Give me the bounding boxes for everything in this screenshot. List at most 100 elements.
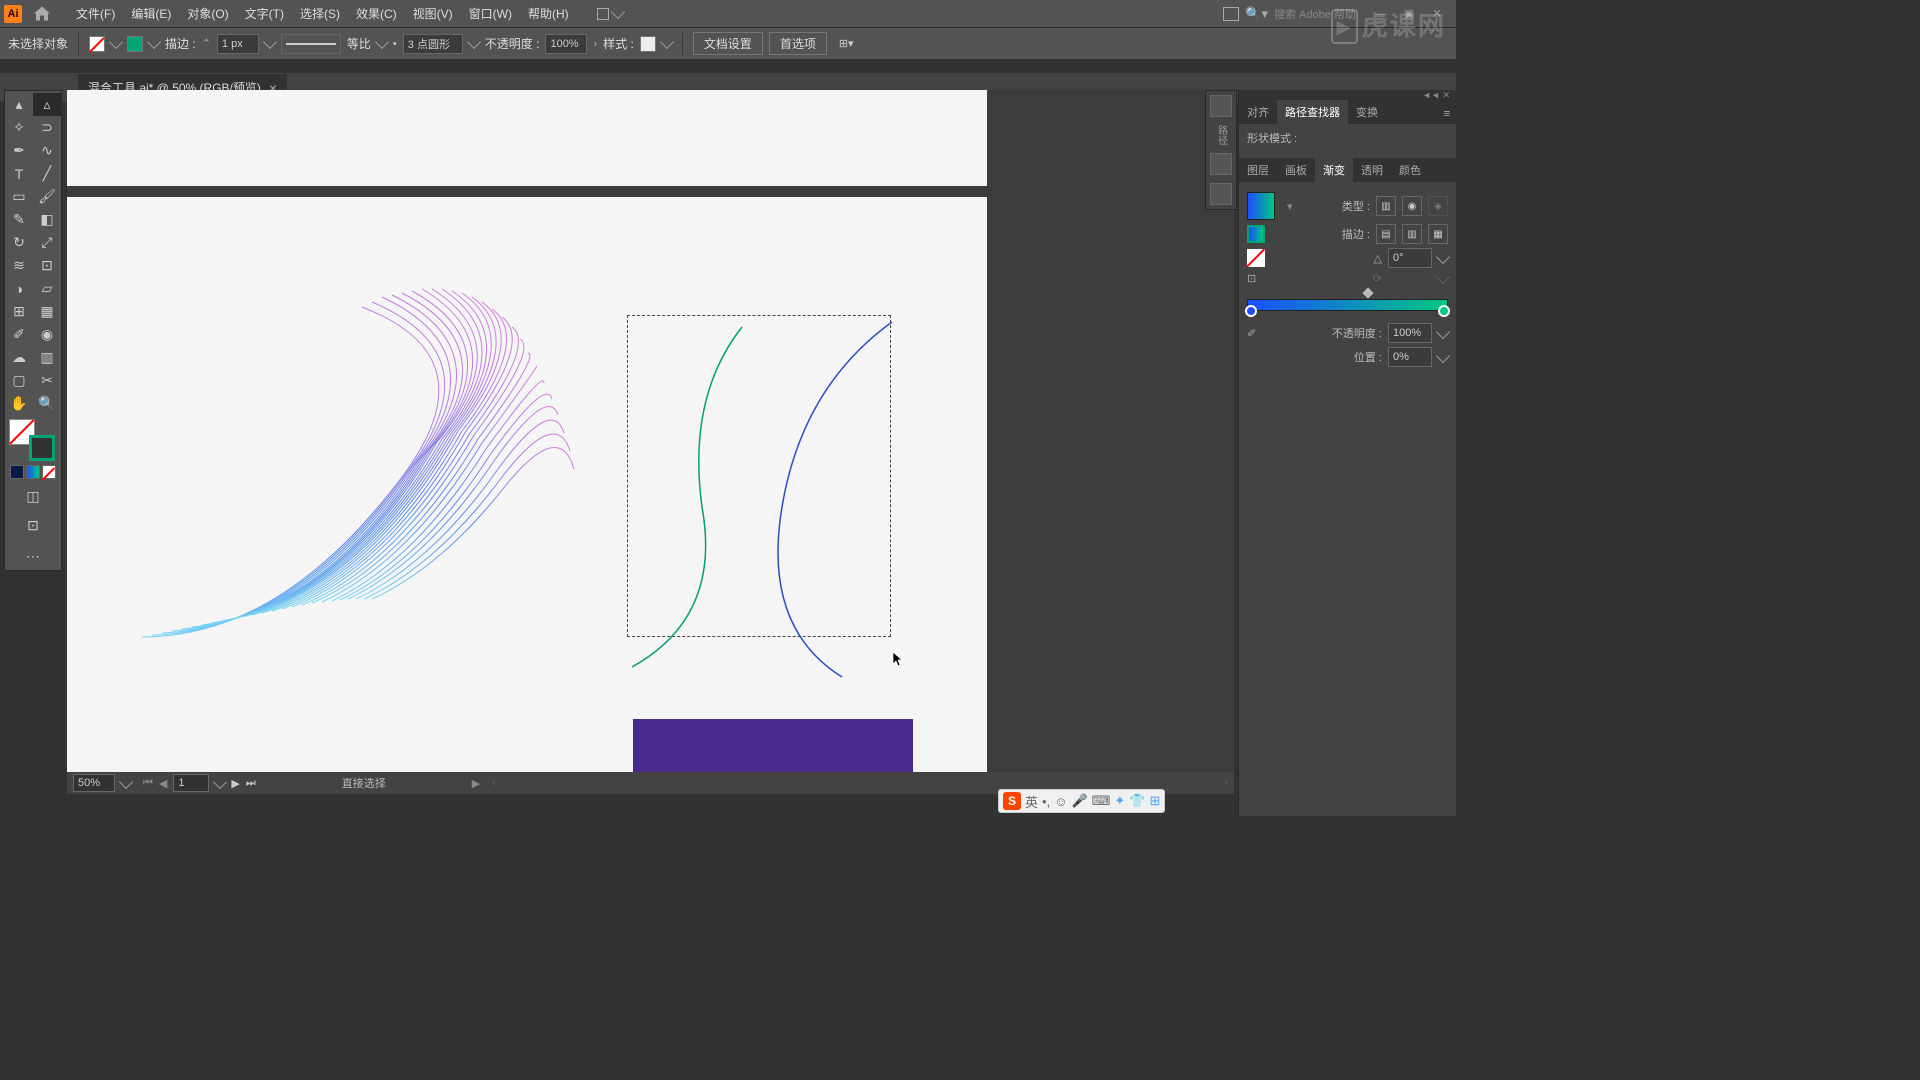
curves-artwork[interactable] [612,307,912,707]
stroke-width-input[interactable] [217,34,259,54]
style-label[interactable]: 样式 : [603,35,634,52]
style-swatch[interactable] [640,36,656,52]
ime-emoji-icon[interactable]: ☺ [1054,794,1067,809]
gradient-opacity-input[interactable] [1388,323,1432,343]
eyedropper-tool[interactable]: ✐ [5,323,33,346]
home-icon[interactable] [32,4,52,24]
gradient-stop-right[interactable] [1438,305,1450,317]
free-transform-tool[interactable]: ⊡ [33,254,61,277]
selection-tool[interactable]: ▴ [5,93,33,116]
perspective-tool[interactable]: ▱ [33,277,61,300]
artboard-number-input[interactable] [173,774,209,792]
ime-punct-icon[interactable]: •, [1042,794,1050,809]
prev-artboard-icon[interactable]: ◀ [159,777,167,790]
opacity-input[interactable] [545,34,587,54]
doc-setup-button[interactable]: 文档设置 [693,32,763,55]
menu-edit[interactable]: 编辑(E) [123,0,179,28]
ime-mic-icon[interactable]: 🎤 [1071,793,1087,809]
canvas-area[interactable]: ⏮ ◀ ▶ ⏭ 直接选择 ▶ ‹ › [67,90,1234,794]
panel-icon-2[interactable] [1210,153,1232,175]
menu-window[interactable]: 窗口(W) [461,0,520,28]
gradient-mode-icon[interactable] [26,465,40,479]
stroke-grad-3-icon[interactable]: ▦ [1428,224,1448,244]
menu-type[interactable]: 文字(T) [237,0,292,28]
gradient-slider[interactable] [1247,291,1448,317]
first-artboard-icon[interactable]: ⏮ [143,777,153,790]
tab-gradient[interactable]: 渐变 [1315,158,1353,182]
shaper-tool[interactable]: ✎ [5,208,33,231]
zoom-tool[interactable]: 🔍 [33,392,61,415]
rectangle-tool[interactable]: ▭ [5,185,33,208]
menu-effect[interactable]: 效果(C) [348,0,405,28]
screen-mode-icon[interactable] [1223,7,1239,21]
stroke-grad-2-icon[interactable]: ▥ [1402,224,1422,244]
line-tool[interactable]: ╱ [33,162,61,185]
none-mode-icon[interactable] [42,465,56,479]
gradient-midpoint[interactable] [1362,287,1373,298]
slice-tool[interactable]: ✂ [33,369,61,392]
fill-swatch[interactable] [89,36,105,52]
layout-icon[interactable] [597,8,609,20]
gradient-preview-swatch[interactable] [1247,192,1275,220]
menu-help[interactable]: 帮助(H) [520,0,577,28]
draw-mode-icon[interactable]: ◫ [19,485,47,508]
paintbrush-tool[interactable]: 🖌 [33,185,61,208]
edit-toolbar-icon[interactable]: ⋯ [19,545,47,568]
rotate-tool[interactable]: ↻ [5,231,33,254]
eraser-tool[interactable]: ◧ [33,208,61,231]
ime-lang[interactable]: 英 [1025,792,1038,811]
zoom-input[interactable] [73,774,115,792]
tab-pathfinder[interactable]: 路径查找器 [1277,100,1348,124]
menu-select[interactable]: 选择(S) [292,0,348,28]
stroke-label[interactable]: 描边 : [165,35,196,52]
stroke-swatch[interactable] [127,36,143,52]
direct-selection-tool[interactable]: ▵ [33,93,61,116]
brush-input[interactable] [403,34,463,54]
gradient-stop-left[interactable] [1245,305,1257,317]
stroke-color-swatch[interactable] [29,435,55,461]
fill-stroke-control[interactable] [9,419,57,461]
ime-toolbar[interactable]: S 英 •, ☺ 🎤 ⌨ ✦ 👕 ⊞ [998,789,1165,813]
gradient-angle-input[interactable] [1388,248,1432,268]
prefs-button[interactable]: 首选项 [769,32,827,55]
menu-view[interactable]: 视图(V) [405,0,461,28]
tab-transparency[interactable]: 透明 [1353,158,1391,182]
shape-builder-tool[interactable]: ◑ [5,277,33,300]
sogou-logo-icon[interactable]: S [1003,792,1021,810]
graph-tool[interactable]: ▥ [33,346,61,369]
tab-transform[interactable]: 变换 [1348,100,1386,124]
scale-tool[interactable]: ⤢ [33,231,61,254]
screen-mode-btn[interactable]: ⊡ [19,514,47,537]
symbol-tool[interactable]: ☁ [5,346,33,369]
lasso-tool[interactable]: ⊃ [33,116,61,139]
last-artboard-icon[interactable]: ⏭ [246,777,256,790]
menu-object[interactable]: 对象(O) [179,0,236,28]
blend-wave-artwork[interactable] [122,217,622,697]
tab-layers[interactable]: 图层 [1239,158,1277,182]
gradient-stroke-swatch[interactable] [1247,225,1265,243]
blend-tool[interactable]: ◉ [33,323,61,346]
ime-grid-icon[interactable]: ⊞ [1150,793,1161,809]
tab-align[interactable]: 对齐 [1239,100,1277,124]
ime-keyboard-icon[interactable]: ⌨ [1092,793,1111,809]
ime-tool-icon[interactable]: ✦ [1114,793,1125,809]
curvature-tool[interactable]: ∿ [33,139,61,162]
linear-gradient-icon[interactable]: ▥ [1376,196,1396,216]
tab-color[interactable]: 颜色 [1391,158,1429,182]
mesh-tool[interactable]: ⊞ [5,300,33,323]
type-tool[interactable]: T [5,162,33,185]
color-mode-icon[interactable] [10,465,24,479]
freeform-gradient-icon[interactable]: ◈ [1428,196,1448,216]
hand-tool[interactable]: ✋ [5,392,33,415]
artboard-tool[interactable]: ▢ [5,369,33,392]
magic-wand-tool[interactable]: ✧ [5,116,33,139]
gradient-location-input[interactable] [1388,347,1432,367]
stroke-grad-1-icon[interactable]: ▤ [1376,224,1396,244]
radial-gradient-icon[interactable]: ◉ [1402,196,1422,216]
tab-artboards[interactable]: 画板 [1277,158,1315,182]
eyedropper-icon[interactable]: ✐ [1247,327,1256,340]
gradient-tool[interactable]: ▦ [33,300,61,323]
menu-file[interactable]: 文件(F) [68,0,123,28]
panel-menu-icon[interactable]: ≡ [1436,104,1456,124]
panel-icon-1[interactable] [1210,95,1232,117]
